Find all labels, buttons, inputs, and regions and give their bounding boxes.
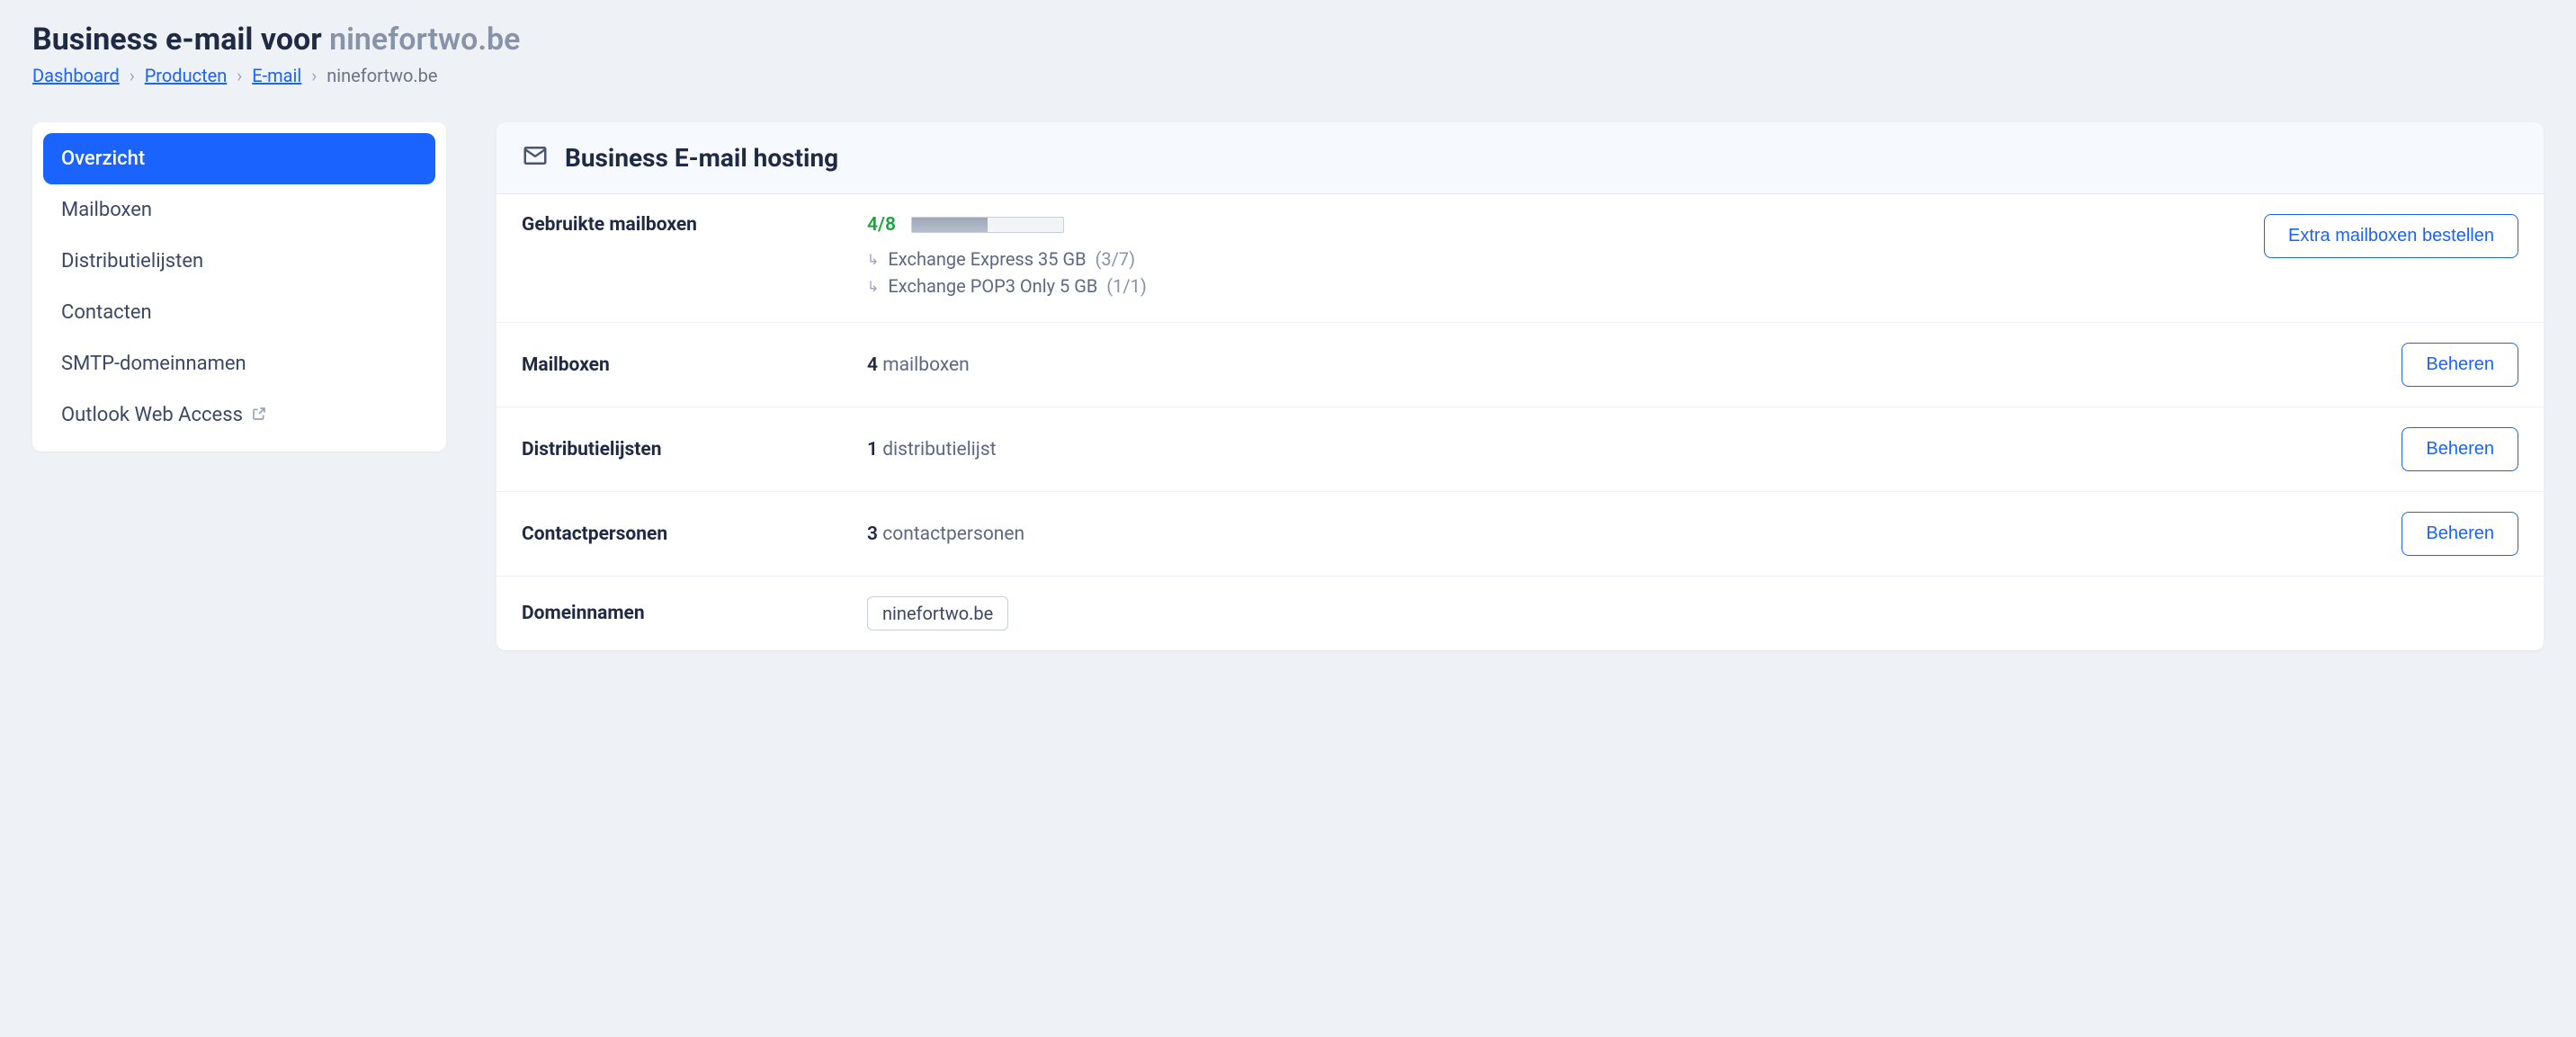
- row-unit: mailboxen: [882, 354, 970, 376]
- panel-title: Business E-mail hosting: [565, 143, 838, 173]
- sidebar-item-label: Overzicht: [61, 148, 145, 170]
- manage-distributielijsten-button[interactable]: Beheren: [2402, 427, 2518, 471]
- main-panel: Business E-mail hosting Gebruikte mailbo…: [496, 122, 2544, 650]
- sidebar-item-label: Outlook Web Access: [61, 404, 243, 426]
- usage-breakdown: ↳ Exchange Express 35 GB (3/7) ↳ Exchang…: [867, 248, 2242, 297]
- usage-breakdown-item: ↳ Exchange Express 35 GB (3/7): [867, 248, 2242, 270]
- sidebar-item-overzicht[interactable]: Overzicht: [43, 133, 435, 184]
- sidebar-item-label: Mailboxen: [61, 199, 152, 221]
- breakdown-count: (1/1): [1106, 275, 1147, 297]
- row-label: Contactpersonen: [522, 523, 845, 545]
- usage-progress-fill: [912, 218, 988, 232]
- breadcrumb-email[interactable]: E-mail: [252, 65, 301, 86]
- arrow-icon: ↳: [867, 278, 879, 295]
- arrow-icon: ↳: [867, 251, 879, 268]
- manage-mailboxen-button[interactable]: Beheren: [2402, 343, 2518, 387]
- row-value: 3 contactpersonen: [867, 523, 2380, 545]
- usage-fraction: 4/8: [867, 214, 896, 236]
- breadcrumb-dashboard[interactable]: Dashboard: [32, 65, 120, 86]
- breadcrumb-producten[interactable]: Producten: [145, 65, 228, 86]
- page-title-domain: ninefortwo.be: [329, 22, 520, 58]
- sidebar-item-label: Contacten: [61, 301, 152, 324]
- breadcrumb-sep: ›: [237, 65, 242, 86]
- row-value: ninefortwo.be: [867, 596, 2518, 630]
- usage-progress: [911, 217, 1064, 233]
- usage-value: 4/8 ↳ Exchange Express 35 GB (3/7) ↳ Exc…: [867, 214, 2242, 302]
- sidebar-item-label: SMTP-domeinnamen: [61, 353, 246, 375]
- page-title: Business e-mail voor ninefortwo.be: [32, 22, 2544, 58]
- sidebar-item-distributielijsten[interactable]: Distributielijsten: [43, 236, 435, 287]
- sidebar: Overzicht Mailboxen Distributielijsten C…: [32, 122, 446, 451]
- sidebar-item-outlook-web-access[interactable]: Outlook Web Access: [43, 389, 435, 441]
- sidebar-item-label: Distributielijsten: [61, 250, 203, 273]
- breadcrumb-current: ninefortwo.be: [326, 65, 437, 86]
- row-contactpersonen: Contactpersonen 3 contactpersonen Behere…: [496, 492, 2544, 577]
- external-link-icon: [252, 407, 266, 425]
- usage-breakdown-item: ↳ Exchange POP3 Only 5 GB (1/1): [867, 275, 2242, 297]
- row-count: 4: [867, 354, 878, 376]
- row-value: 4 mailboxen: [867, 354, 2380, 376]
- row-value: 1 distributielijst: [867, 439, 2380, 460]
- panel-header: Business E-mail hosting: [496, 122, 2544, 194]
- envelope-icon: [522, 142, 549, 174]
- row-domeinnamen: Domeinnamen ninefortwo.be: [496, 577, 2544, 650]
- breadcrumb: Dashboard › Producten › E-mail › ninefor…: [32, 65, 2544, 86]
- breadcrumb-sep: ›: [311, 65, 317, 86]
- page-title-prefix: Business e-mail voor: [32, 22, 329, 58]
- breakdown-count: (3/7): [1096, 248, 1136, 270]
- row-mailboxen: Mailboxen 4 mailboxen Beheren: [496, 323, 2544, 407]
- breakdown-name: Exchange Express 35 GB: [888, 248, 1086, 270]
- sidebar-item-mailboxen[interactable]: Mailboxen: [43, 184, 435, 236]
- sidebar-item-smtp-domeinnamen[interactable]: SMTP-domeinnamen: [43, 338, 435, 389]
- row-label: Distributielijsten: [522, 439, 845, 460]
- usage-label: Gebruikte mailboxen: [522, 214, 845, 236]
- row-unit: contactpersonen: [882, 523, 1024, 545]
- sidebar-item-contacten[interactable]: Contacten: [43, 287, 435, 338]
- row-unit: distributielijst: [882, 439, 996, 460]
- row-count: 3: [867, 523, 878, 545]
- row-label: Domeinnamen: [522, 603, 845, 624]
- row-usage: Gebruikte mailboxen 4/8 ↳ Exchange Expre…: [496, 194, 2544, 323]
- breadcrumb-sep: ›: [130, 65, 135, 86]
- domain-tag: ninefortwo.be: [867, 596, 1008, 630]
- order-mailboxes-button[interactable]: Extra mailboxen bestellen: [2264, 214, 2518, 258]
- row-label: Mailboxen: [522, 354, 845, 376]
- row-count: 1: [867, 439, 878, 460]
- manage-contactpersonen-button[interactable]: Beheren: [2402, 512, 2518, 556]
- breakdown-name: Exchange POP3 Only 5 GB: [888, 275, 1097, 297]
- row-distributielijsten: Distributielijsten 1 distributielijst Be…: [496, 407, 2544, 492]
